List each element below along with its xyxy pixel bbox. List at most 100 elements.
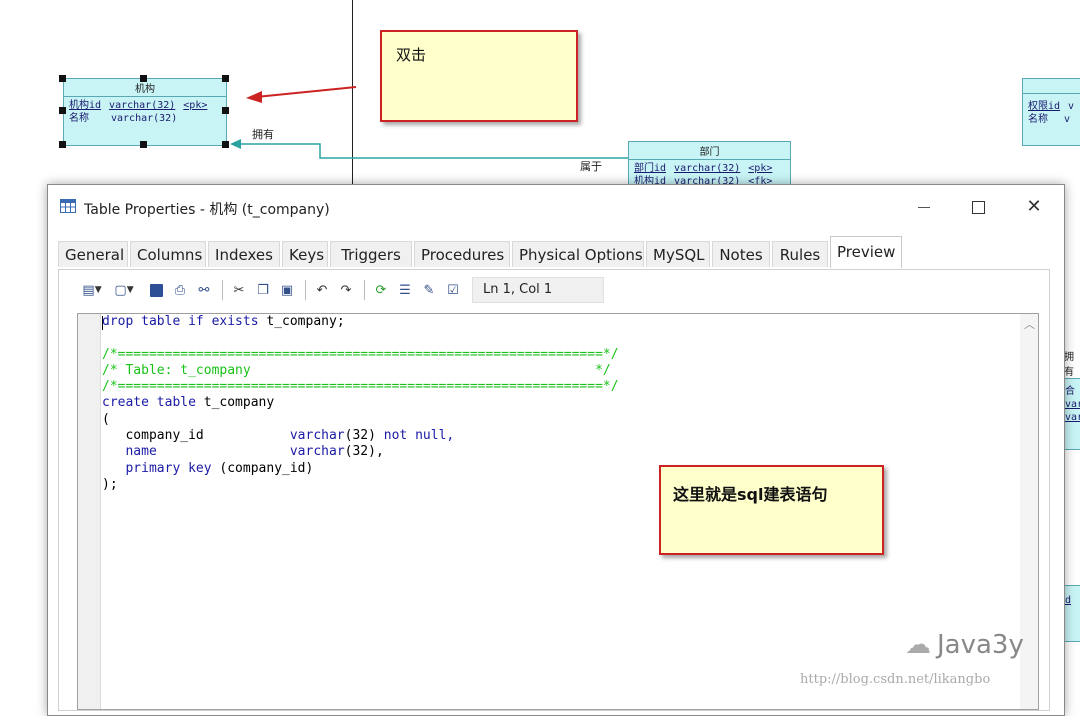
selection-handle[interactable] — [59, 141, 66, 148]
code-line: drop table if exists t_company; — [102, 314, 345, 329]
printer-icon: ▤ — [82, 282, 95, 298]
entity-org-row: 名称 varchar(32) — [64, 112, 226, 125]
selection-handle[interactable] — [140, 75, 147, 82]
entity-permission-row: 名称 v — [1023, 113, 1080, 126]
watermark-brand-text: Java3y — [937, 630, 1024, 660]
code-line: primary key (company_id) — [102, 461, 313, 476]
right-edge-entity-row: var — [1063, 411, 1080, 424]
redo-button[interactable]: ↷ — [335, 279, 357, 301]
watermark-brand: ☁ Java3y — [905, 630, 1024, 660]
sql-preview-editor[interactable]: drop table if exists t_company; /*======… — [77, 313, 1039, 710]
entity-dept-name: 部门 — [629, 142, 790, 160]
sql-code: drop table if exists t_company; /*======… — [102, 314, 619, 493]
selection-handle[interactable] — [59, 107, 66, 114]
entity-dept[interactable]: 部门 部门id varchar(32) <pk> 机构id varchar(32… — [628, 141, 791, 189]
print-menu-button[interactable]: ▤ ▼ — [81, 279, 103, 301]
pencil-icon: ✎ — [423, 282, 435, 298]
selection-handle[interactable] — [222, 107, 229, 114]
relationship-label-belong: 属于 — [580, 160, 602, 173]
title-bar[interactable]: Table Properties - 机构 (t_company) ✕ — [48, 185, 1064, 229]
code-line: create table t_company — [102, 395, 274, 410]
code-line: ); — [102, 476, 118, 492]
refresh-icon: ⟳ — [375, 282, 387, 298]
save-icon — [149, 283, 163, 297]
preview-toolbar: ▤ ▼ ▢ ▼ ⎙ ⚯ ✂ ❐ ▣ ↶ ↷ ⟳ ☰ ✎ ☑ Ln 1, Col 1 — [81, 277, 604, 303]
annotation-note-text: 双击 — [396, 46, 427, 64]
right-edge-entity-text: var — [1065, 412, 1080, 423]
chevron-up-icon[interactable]: ︿ — [1024, 316, 1035, 332]
tab-keys[interactable]: Keys — [282, 241, 328, 267]
entity-dept-row: 部门id varchar(32) <pk> — [629, 162, 790, 175]
checkbox-icon: ☑ — [447, 282, 459, 298]
entity-org-row-type: varchar(32) — [109, 100, 176, 111]
entity-org[interactable]: 机构 机构id varchar(32) <pk> 名称 varchar(32) — [63, 78, 227, 146]
selection-handle[interactable] — [59, 75, 66, 82]
cut-button[interactable]: ✂ — [228, 279, 250, 301]
maximize-button[interactable] — [962, 195, 994, 219]
tab-notes[interactable]: Notes — [712, 241, 770, 267]
entity-permission-row-type: v — [1068, 101, 1075, 112]
sql-identifier: t_company — [203, 395, 275, 411]
entity-permission-row-type: v — [1064, 114, 1071, 125]
sql-identifier: company_id — [102, 428, 204, 444]
sql-keyword: primary key — [102, 460, 212, 476]
toolbar-separator — [305, 280, 306, 300]
sql-identifier: (32), — [344, 444, 384, 460]
paste-button[interactable]: ▣ — [276, 279, 298, 301]
tab-general[interactable]: General — [58, 241, 128, 267]
entity-dept-row-type: varchar(32) — [674, 163, 741, 174]
code-line: company_id varchar(32) not null, — [102, 428, 454, 443]
annotation-note-sql: 这里就是sql建表语句 — [659, 465, 884, 555]
sql-identifier: (company_id) — [219, 460, 314, 476]
code-line: ( — [102, 411, 110, 427]
edit-menu-button[interactable]: ▢ ▼ — [113, 279, 135, 301]
check-button[interactable]: ☑ — [442, 279, 464, 301]
copy-button[interactable]: ❐ — [252, 279, 274, 301]
entity-org-row-type: varchar(32) — [111, 113, 178, 124]
sql-comment: /*======================================… — [102, 346, 619, 362]
right-edge-entity-text: d — [1065, 595, 1072, 606]
table-icon — [60, 199, 76, 213]
edit-script-button[interactable]: ✎ — [418, 279, 440, 301]
print-button[interactable]: ⎙ — [169, 279, 191, 301]
entity-dept-row-key: <pk> — [748, 163, 773, 174]
properties-button[interactable]: ☰ — [394, 279, 416, 301]
binoculars-icon: ⚯ — [198, 282, 210, 298]
toolbar-separator — [364, 280, 365, 300]
selection-handle[interactable] — [222, 141, 229, 148]
undo-button[interactable]: ↶ — [311, 279, 333, 301]
tab-rules[interactable]: Rules — [772, 241, 828, 267]
find-button[interactable]: ⚯ — [193, 279, 215, 301]
tab-procedures[interactable]: Procedures — [414, 241, 510, 267]
editor-gutter — [78, 314, 101, 709]
sql-identifier: t_company; — [266, 314, 345, 329]
tab-mysql[interactable]: MySQL — [646, 241, 710, 267]
right-edge-entity-text: var — [1065, 399, 1080, 410]
preview-panel: ▤ ▼ ▢ ▼ ⎙ ⚯ ✂ ❐ ▣ ↶ ↷ ⟳ ☰ ✎ ☑ Ln 1, Col 1 … — [58, 269, 1050, 711]
tab-indexes[interactable]: Indexes — [208, 241, 280, 267]
scissors-icon: ✂ — [233, 282, 245, 298]
close-button[interactable]: ✕ — [1018, 195, 1050, 219]
dropdown-arrow-icon: ▼ — [94, 285, 102, 295]
close-icon: ✕ — [1026, 196, 1042, 217]
tab-columns[interactable]: Columns — [130, 241, 206, 267]
tab-preview[interactable]: Preview — [830, 236, 902, 268]
sql-keyword: varchar — [289, 428, 345, 444]
entity-org-row-key: <pk> — [183, 100, 208, 111]
right-edge-entity-row: var — [1063, 398, 1080, 411]
entity-permission[interactable]: 权限id v 名称 v — [1022, 78, 1080, 146]
tab-triggers[interactable]: Triggers — [330, 241, 412, 267]
copy-icon: ❐ — [257, 282, 269, 298]
entity-org-row: 机构id varchar(32) <pk> — [64, 99, 226, 112]
tab-physical-options[interactable]: Physical Options — [512, 241, 644, 267]
minimize-button[interactable] — [908, 195, 940, 219]
save-button[interactable] — [145, 279, 167, 301]
right-edge-fragment: 拥有 — [1064, 352, 1074, 378]
right-edge-entity-row: d — [1063, 594, 1080, 607]
refresh-button[interactable]: ⟳ — [370, 279, 392, 301]
selection-handle[interactable] — [222, 75, 229, 82]
dialog-title: Table Properties - 机构 (t_company) — [84, 202, 330, 218]
code-line: name varchar(32), — [102, 444, 384, 460]
selection-handle[interactable] — [140, 141, 147, 148]
document-icon: ▢ — [114, 282, 127, 298]
